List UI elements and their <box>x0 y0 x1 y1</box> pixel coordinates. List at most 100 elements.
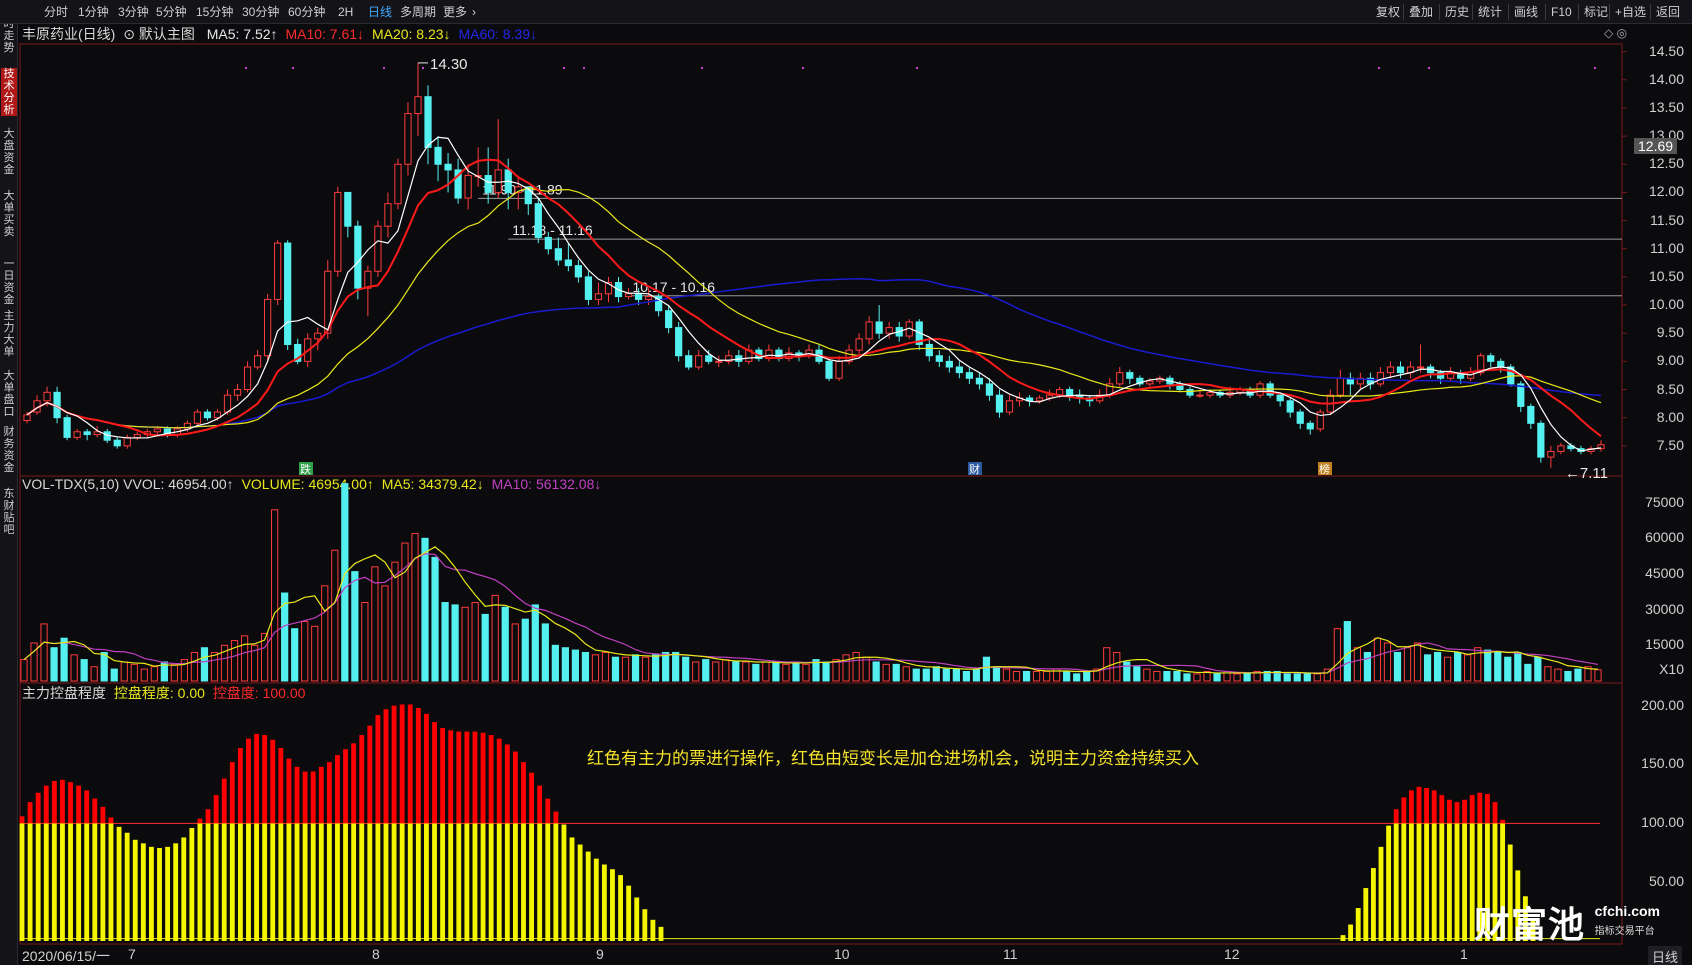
volume-bar <box>190 651 199 682</box>
volume-bar <box>842 654 850 682</box>
control-bar-red <box>1484 793 1490 824</box>
ma60-line <box>26 277 1602 429</box>
candle-body <box>223 394 232 413</box>
control-bar-red <box>35 792 41 824</box>
volume-bar <box>611 656 620 682</box>
control-bar-yellow <box>642 909 648 941</box>
control-bar-red <box>343 749 348 824</box>
volume-bar <box>411 533 419 682</box>
candle-body <box>955 366 963 374</box>
volume-bar <box>421 537 429 682</box>
candle-body <box>705 355 713 362</box>
volume-bar <box>50 647 58 682</box>
volume-bar <box>291 628 299 682</box>
candle-body <box>644 296 653 300</box>
volume-bar <box>1504 656 1512 682</box>
control-bar-red <box>1469 795 1475 824</box>
candle-body <box>965 372 974 379</box>
volume-bar <box>682 656 690 682</box>
volume-bar <box>1073 673 1081 682</box>
price-axis-label: 11.50 <box>1650 211 1684 228</box>
control-bar-yellow <box>302 823 308 941</box>
candle-body <box>715 360 723 363</box>
event-marker-label: 财 <box>969 462 980 476</box>
control-bar-yellow <box>407 823 413 941</box>
high-price-label: 14.30 <box>430 56 468 73</box>
control-bar-yellow <box>221 823 227 941</box>
control-bar-red <box>504 744 510 824</box>
volume-bar <box>301 621 309 682</box>
candle-body <box>624 293 633 298</box>
candle-body <box>83 431 91 436</box>
control-bar-yellow <box>76 823 82 941</box>
volume-bar <box>150 666 158 682</box>
volume-bar <box>140 668 148 682</box>
volume-bar <box>321 585 329 682</box>
candle-body <box>434 146 442 165</box>
control-bar-yellow <box>529 823 535 941</box>
control-bar-red <box>391 705 397 824</box>
control-bar-yellow <box>464 823 470 941</box>
event-dot <box>383 67 385 69</box>
control-bar-red <box>464 731 470 824</box>
annotation-text: 红色有主力的票进行操作，红色由短变长是加仓进场机会，说明主力资金持续买入 <box>587 749 1199 768</box>
control-bar-red <box>19 816 25 824</box>
volume-bar <box>1083 670 1091 682</box>
candle-body <box>1376 372 1385 385</box>
volume-bar <box>752 663 760 682</box>
price-axis-label: 8.00 <box>1656 408 1684 425</box>
control-bar-red <box>1446 799 1452 824</box>
control-bar-yellow <box>189 828 195 941</box>
control-bar-yellow <box>27 823 33 941</box>
control-bar-yellow <box>1340 935 1346 941</box>
price-panel-border <box>19 43 1623 477</box>
volume-bar <box>912 668 920 682</box>
control-bar-red <box>237 748 243 824</box>
volume-bar <box>942 668 950 682</box>
volume-bar <box>311 625 319 682</box>
volume-bar <box>1153 670 1161 682</box>
control-bar-red <box>553 811 559 824</box>
control-bar-yellow <box>1401 823 1407 941</box>
price-axis-label: 14.00 <box>1648 70 1684 87</box>
candle-body <box>935 355 943 362</box>
candle-body <box>1186 389 1194 396</box>
control-bar-red <box>472 731 478 824</box>
control-bar-yellow <box>108 823 114 941</box>
period-toggle-button[interactable]: 日线 <box>1647 946 1682 965</box>
volume-bar <box>722 659 730 682</box>
volume-bar <box>631 654 640 682</box>
ma10-line <box>26 158 1602 437</box>
candle-body <box>695 355 703 368</box>
candle-body <box>544 236 552 250</box>
volume-axis-label: 30000 <box>1645 600 1684 617</box>
volume-bar <box>461 606 469 682</box>
candle-body <box>394 163 402 205</box>
candle-body <box>1035 397 1044 402</box>
volume-bar <box>1213 673 1221 682</box>
control-bar-yellow <box>1408 823 1414 941</box>
control-bar-yellow <box>197 823 203 941</box>
control-bar-yellow <box>351 823 357 941</box>
volume-bar <box>551 644 559 682</box>
control-bar-yellow <box>92 823 98 941</box>
volume-bar <box>1564 670 1572 682</box>
control-bar-yellow <box>326 823 332 941</box>
candle-body <box>1517 383 1525 407</box>
control-bar-yellow <box>270 823 276 941</box>
control-bar-red <box>1477 792 1483 824</box>
volume-bar <box>1022 670 1031 682</box>
candle-body <box>314 332 322 340</box>
volume-bar <box>1554 668 1562 682</box>
candle-body <box>594 293 603 300</box>
control-bar-red <box>68 782 73 824</box>
price-axis-label: 10.00 <box>1648 296 1684 313</box>
event-dot <box>245 67 247 69</box>
control-bar-yellow <box>100 823 106 941</box>
candle-body <box>1005 400 1014 413</box>
control-bar-yellow <box>415 823 421 941</box>
candle-body <box>1557 445 1565 452</box>
volume-bar <box>401 542 409 682</box>
volume-bar <box>591 654 600 682</box>
control-bar-yellow <box>618 875 623 941</box>
